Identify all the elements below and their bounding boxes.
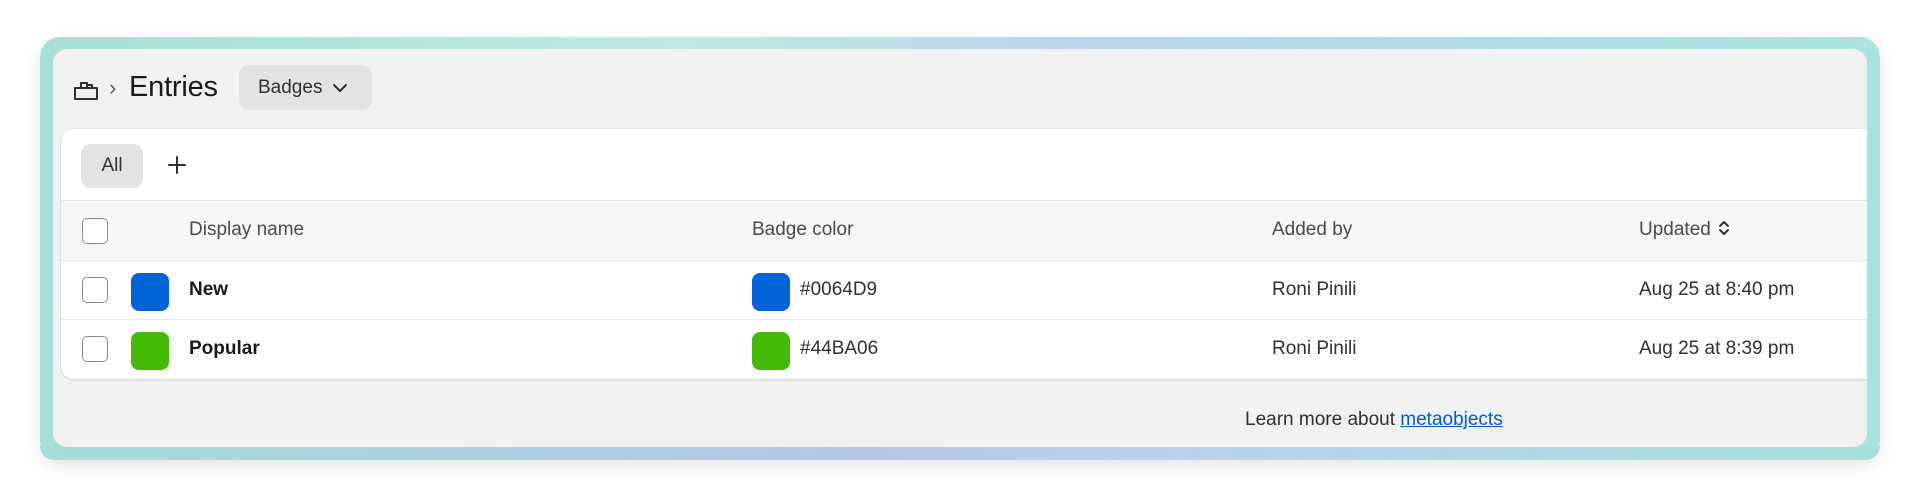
column-header-updated[interactable]: Updated (1639, 219, 1731, 241)
badge-color-value: #0064D9 (800, 279, 878, 300)
table-row[interactable]: Popular #44BA06 Roni Pinili Aug 25 at 8:… (61, 320, 1867, 379)
chevron-down-icon (333, 83, 348, 92)
entries-card: All Display name Badge color Added by Up… (61, 129, 1867, 379)
plus-icon[interactable] (163, 151, 191, 179)
tab-all-label: All (101, 155, 123, 176)
badge-color-swatch (752, 273, 790, 311)
row-checkbox[interactable] (82, 277, 108, 303)
tab-all[interactable]: All (81, 144, 143, 188)
column-header-updated-label: Updated (1639, 219, 1711, 240)
table-header: Display name Badge color Added by Update… (61, 201, 1867, 261)
metaobject-type-label: Badges (258, 76, 323, 98)
display-name[interactable]: New (189, 279, 228, 301)
row-checkbox[interactable] (82, 336, 108, 362)
display-name[interactable]: Popular (189, 338, 260, 360)
breadcrumb-separator: › (109, 75, 117, 100)
badge-color-value: #44BA06 (800, 338, 879, 359)
page-header: › Entries Badges (53, 49, 1867, 129)
learn-more-text: Learn more about metaobjects (1245, 409, 1503, 431)
store-icon[interactable] (73, 77, 99, 101)
column-header-badge-color[interactable]: Badge color (752, 219, 853, 241)
added-by: Roni Pinili (1272, 338, 1357, 359)
page-title: Entries (129, 71, 218, 103)
app-panel: › Entries Badges All Display name Badge … (53, 49, 1867, 447)
added-by: Roni Pinili (1272, 279, 1357, 300)
metaobject-type-select[interactable]: Badges (239, 65, 372, 110)
learn-more-prefix: Learn more about (1245, 409, 1401, 430)
updated-at: Aug 25 at 8:39 pm (1639, 338, 1795, 359)
badge-color-swatch (131, 273, 169, 311)
badge-color-swatch (752, 332, 790, 370)
column-header-display-name[interactable]: Display name (189, 219, 304, 241)
updated-at: Aug 25 at 8:40 pm (1639, 279, 1795, 300)
column-header-added-by[interactable]: Added by (1272, 219, 1352, 241)
sort-icon[interactable] (1717, 219, 1731, 237)
view-tabs: All (61, 129, 1867, 201)
select-all-checkbox[interactable] (82, 218, 108, 244)
metaobjects-link[interactable]: metaobjects (1400, 409, 1502, 430)
badge-color-swatch (131, 332, 169, 370)
table-row[interactable]: New #0064D9 Roni Pinili Aug 25 at 8:40 p… (61, 261, 1867, 320)
